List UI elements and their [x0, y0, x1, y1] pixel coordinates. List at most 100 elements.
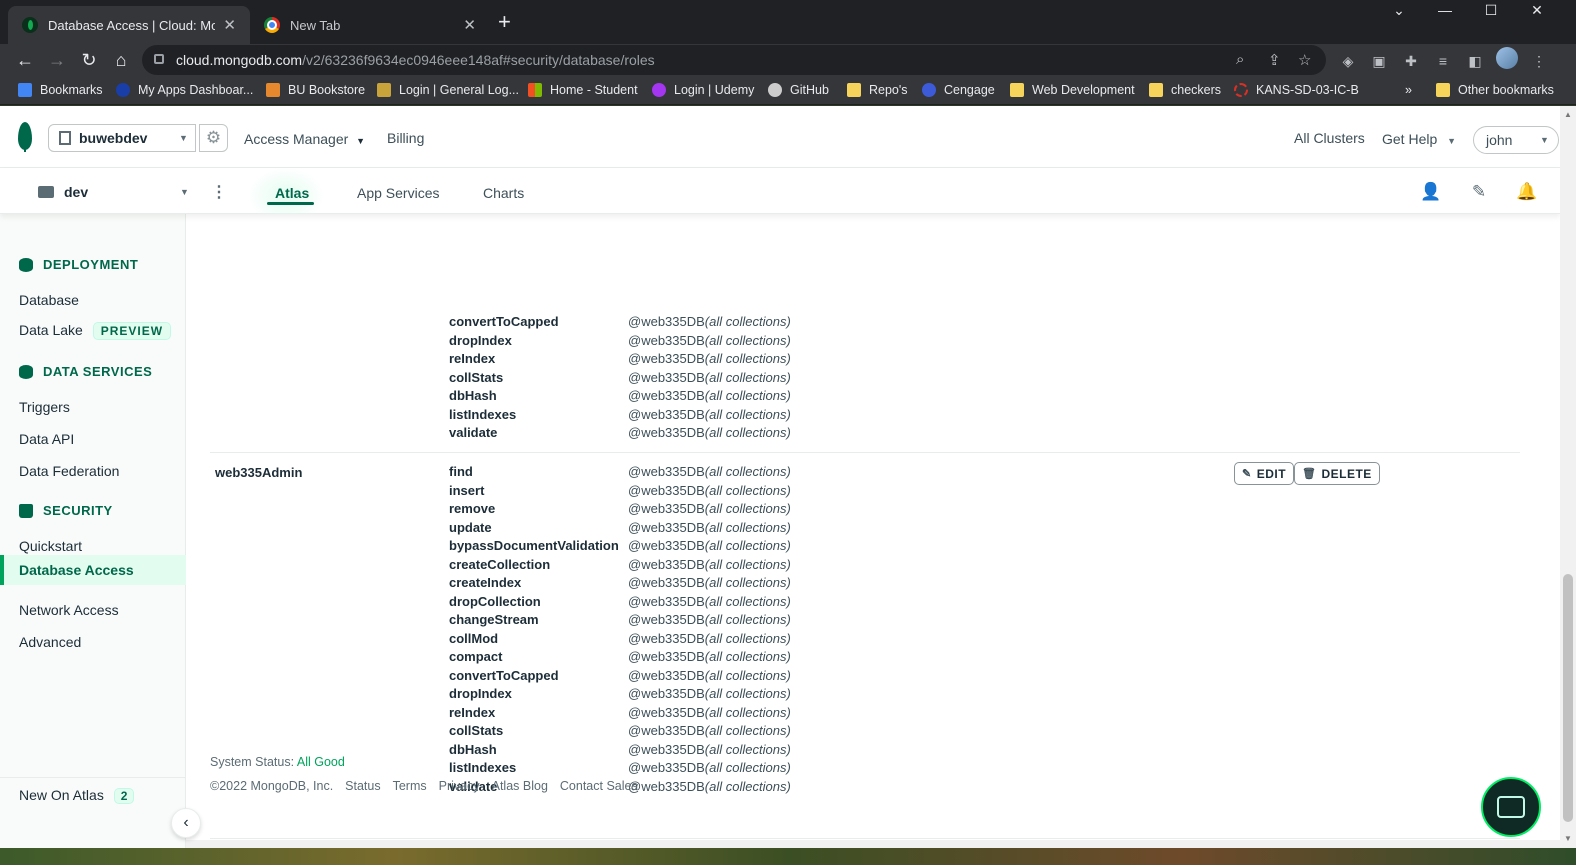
- sidebar-item-network-access[interactable]: Network Access: [19, 602, 119, 618]
- footer-link-atlas-blog[interactable]: Atlas Blog: [492, 779, 548, 793]
- sidebar-item-new-on-atlas[interactable]: New On Atlas 2: [19, 787, 135, 804]
- user-menu[interactable]: john ▼: [1473, 126, 1559, 154]
- sidebar-item-quickstart[interactable]: Quickstart: [19, 538, 82, 554]
- browser-tab-active[interactable]: Database Access | Cloud: Mongo ✕: [8, 6, 250, 44]
- permission-scope: @web335DB(all collections): [628, 668, 791, 683]
- url-path: /v2/63236f9634ec0946eee148af#security/da…: [302, 52, 655, 68]
- bookmark-folder[interactable]: Web Development: [1010, 83, 1135, 97]
- forward-icon[interactable]: →: [44, 47, 70, 73]
- share-icon[interactable]: ⇪: [1268, 51, 1281, 69]
- project-options-icon[interactable]: ⋮: [211, 182, 227, 202]
- footer-link-privacy[interactable]: Privacy: [439, 779, 480, 793]
- footer-link-terms[interactable]: Terms: [393, 779, 427, 793]
- tab-search-icon[interactable]: ⌄: [1376, 0, 1422, 20]
- activity-feed-icon[interactable]: ✎: [1469, 182, 1489, 202]
- extension-icon[interactable]: ◈: [1339, 52, 1357, 70]
- permission-scope: @web335DB(all collections): [628, 705, 791, 720]
- sidebar: DEPLOYMENT Database Data Lake PREVIEW DA…: [0, 214, 186, 848]
- profile-avatar[interactable]: [1496, 47, 1518, 69]
- all-clusters-link[interactable]: All Clusters: [1294, 130, 1365, 146]
- bookmark-folder[interactable]: checkers: [1149, 83, 1221, 97]
- bookmark-item[interactable]: KANS-SD-03-IC-B: [1234, 83, 1359, 97]
- permission-collections: (all collections): [704, 388, 791, 403]
- side-panel-icon[interactable]: ◧: [1466, 52, 1484, 70]
- project-name: dev: [64, 184, 89, 200]
- tab-atlas[interactable]: Atlas: [275, 185, 309, 201]
- permission-database: @web335DB: [628, 593, 705, 609]
- bookmark-item[interactable]: GitHub: [768, 83, 829, 97]
- close-window-icon[interactable]: ✕: [1514, 0, 1560, 20]
- bookmark-item[interactable]: Login | General Log...: [377, 83, 519, 97]
- permission-action: collMod: [449, 630, 499, 646]
- permission-database: @web335DB: [628, 464, 705, 479]
- edit-role-button[interactable]: ✎ EDIT: [1234, 462, 1295, 485]
- scroll-down-icon[interactable]: ▼: [1564, 834, 1572, 843]
- mongodb-logo[interactable]: [18, 122, 32, 152]
- other-bookmarks-folder[interactable]: Other bookmarks: [1436, 83, 1554, 97]
- back-icon[interactable]: ←: [12, 47, 38, 73]
- media-queue-icon[interactable]: ≡: [1434, 52, 1452, 70]
- permission-action: changeStream: [449, 612, 539, 627]
- invite-user-icon[interactable]: 👤: [1420, 182, 1441, 202]
- reload-icon[interactable]: ↻: [76, 47, 102, 73]
- scrollbar-thumb[interactable]: [1563, 574, 1573, 822]
- bookmark-item[interactable]: Bookmarks: [18, 83, 103, 97]
- tab-app-services[interactable]: App Services: [357, 185, 439, 201]
- maximize-icon[interactable]: ☐: [1468, 0, 1514, 20]
- new-tab-button[interactable]: +: [498, 11, 511, 33]
- horizontal-scrollbar[interactable]: [186, 840, 1560, 848]
- tab-charts[interactable]: Charts: [483, 185, 524, 201]
- close-tab-icon[interactable]: ✕: [223, 16, 236, 34]
- sidebar-item-database[interactable]: Database: [19, 292, 79, 308]
- permission-database: @web335DB: [628, 388, 705, 403]
- permission-collections: (all collections): [704, 760, 791, 775]
- extension-icon[interactable]: ▣: [1370, 52, 1388, 70]
- billing-link[interactable]: Billing: [387, 130, 424, 146]
- bell-icon[interactable]: 🔔: [1516, 182, 1537, 202]
- sidebar-item-advanced[interactable]: Advanced: [19, 634, 81, 650]
- bookmark-item[interactable]: Login | Udemy: [652, 83, 754, 97]
- bookmark-folder[interactable]: Repo's: [847, 83, 908, 97]
- bookmark-item[interactable]: Home - Student: [528, 83, 638, 97]
- sidebar-item-data-api[interactable]: Data API: [19, 431, 74, 447]
- footer-link-contact-sales[interactable]: Contact Sales: [560, 779, 638, 793]
- browser-tab-new[interactable]: New Tab ✕: [250, 6, 490, 44]
- bookmarks-overflow-button[interactable]: »: [1405, 83, 1412, 97]
- close-tab-icon[interactable]: ✕: [463, 16, 476, 34]
- permission-scope: @web335DB(all collections): [628, 760, 791, 775]
- home-icon[interactable]: ⌂: [108, 47, 134, 73]
- sidebar-divider: [0, 777, 186, 778]
- minimize-icon[interactable]: —: [1422, 0, 1468, 20]
- sidebar-item-triggers[interactable]: Triggers: [19, 399, 70, 415]
- project-select[interactable]: dev ▼: [38, 184, 190, 200]
- delete-role-button[interactable]: 🗑 DELETE: [1294, 462, 1380, 485]
- org-select[interactable]: buwebdev ▼: [48, 124, 196, 152]
- permission-scope: @web335DB(all collections): [628, 779, 791, 794]
- search-icon[interactable]: ⌕: [1236, 51, 1244, 68]
- sidebar-item-data-lake[interactable]: Data Lake PREVIEW: [19, 322, 172, 340]
- sidebar-item-database-access[interactable]: Database Access: [0, 555, 186, 585]
- permission-scope: @web335DB(all collections): [628, 557, 791, 572]
- more-menu-icon[interactable]: ⋮: [1530, 52, 1548, 70]
- permission-database: @web335DB: [628, 704, 705, 720]
- access-manager-menu[interactable]: Access Manager ▼: [244, 131, 365, 147]
- bookmark-item[interactable]: Cengage: [922, 83, 995, 97]
- bookmark-item[interactable]: My Apps Dashboar...: [116, 83, 253, 97]
- chat-icon: [1497, 796, 1525, 818]
- footer-link-status[interactable]: Status: [345, 779, 380, 793]
- bookmark-item[interactable]: BU Bookstore: [266, 83, 365, 97]
- get-help-menu[interactable]: Get Help ▼: [1382, 131, 1456, 147]
- gear-icon[interactable]: ⚙: [199, 124, 228, 152]
- system-status-link[interactable]: All Good: [297, 755, 345, 769]
- chat-support-button[interactable]: [1481, 777, 1541, 837]
- address-bar[interactable]: cloud.mongodb.com/v2/63236f9634ec0946eee…: [142, 45, 1326, 75]
- extensions-puzzle-icon[interactable]: ✚: [1402, 52, 1420, 70]
- footer-links: ©2022 MongoDB, Inc. Status Terms Privacy…: [210, 779, 638, 793]
- permission-collections: (all collections): [704, 575, 791, 590]
- vertical-scrollbar[interactable]: ▲ ▼: [1560, 106, 1576, 848]
- collapse-sidebar-button[interactable]: ‹: [171, 808, 201, 838]
- scroll-up-icon[interactable]: ▲: [1564, 110, 1572, 119]
- bookmark-star-icon[interactable]: ☆: [1298, 51, 1311, 69]
- sidebar-item-data-federation[interactable]: Data Federation: [19, 463, 119, 479]
- database-icon: [19, 364, 33, 379]
